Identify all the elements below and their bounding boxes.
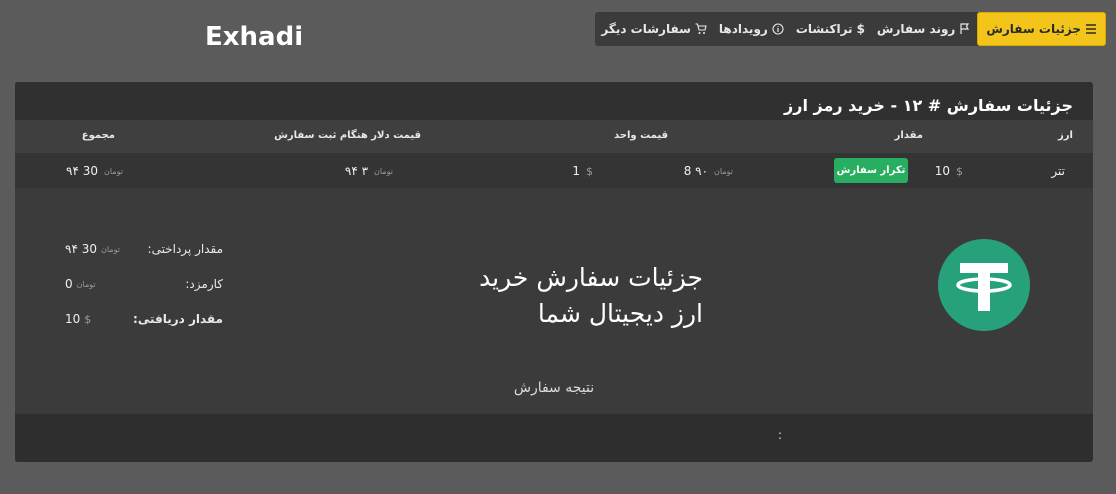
table-row: تتر 10 $ تکرار سفارش 8 ۹۰ تومان 1 $ ۹۴ ۳… xyxy=(15,153,1093,188)
dollar-icon: $ xyxy=(856,22,865,36)
tab-label: سفارشات دیگر xyxy=(601,22,691,36)
promo-line-2: ارز دیجیتال شما xyxy=(537,299,703,328)
tab-transactions[interactable]: $ تراکنشات xyxy=(790,12,871,46)
tab-label: جزئیات سفارش xyxy=(986,22,1081,36)
cell-unit-price-toman: 8 ۹۰ تومان xyxy=(684,164,733,178)
toman-unit: تومان xyxy=(100,244,120,254)
dollar-icon: $ xyxy=(956,164,963,178)
order-card: جزئیات سفارش # ۱۲ - خرید رمز ارز ارز مقد… xyxy=(15,82,1093,462)
unit-price-usd-value: 1 xyxy=(572,164,580,178)
cell-currency: تتر xyxy=(1051,164,1065,178)
promo-line-1: جزئیات سفارش خرید xyxy=(479,263,703,292)
order-result-footer: : xyxy=(15,414,1093,462)
list-icon xyxy=(1086,24,1096,34)
tab-order-progress[interactable]: روند سفارش xyxy=(871,12,977,46)
received-amount: 10 xyxy=(65,312,81,326)
cell-usd-price: ۹۴ ۳ تومان xyxy=(345,164,393,178)
received-value: 10 $ xyxy=(65,312,91,326)
footer-text: : xyxy=(778,428,783,442)
tab-label: روند سفارش xyxy=(876,22,956,36)
order-tabs: جزئیات سفارش روند سفارش $ تراکنشات رویدا… xyxy=(595,12,1106,46)
fee-amount: 0 xyxy=(65,277,73,291)
promo-text: جزئیات سفارش خرید ارز دیجیتال شما xyxy=(453,260,703,332)
card-header: جزئیات سفارش # ۱۲ - خرید رمز ارز xyxy=(15,82,1093,120)
header-amount: مقدار xyxy=(894,130,923,141)
toman-unit: تومان xyxy=(374,166,393,176)
amount-value: 10 xyxy=(934,164,950,178)
cart-icon xyxy=(695,23,707,34)
flag-icon xyxy=(960,23,970,34)
fee-value: 0 تومان xyxy=(65,277,96,291)
order-details-body: جزئیات سفارش خرید ارز دیجیتال شما مقدار … xyxy=(15,188,1093,414)
dollar-icon: $ xyxy=(84,312,92,326)
header-unit-price: قیمت واحد xyxy=(613,130,668,141)
tab-order-details[interactable]: جزئیات سفارش xyxy=(977,12,1106,46)
header-total: مجموع xyxy=(81,130,115,141)
tab-events[interactable]: رویدادها xyxy=(713,12,790,46)
cell-total: ۹۴ 30 تومان xyxy=(66,164,123,178)
repeat-order-button[interactable]: تکرار سفارش xyxy=(834,158,908,183)
header-usd-price: قیمت دلار هنگام ثبت سفارش xyxy=(274,130,421,141)
toman-unit: تومان xyxy=(104,166,123,176)
brand-logo: Exhadi xyxy=(205,22,304,52)
cell-amount: 10 $ xyxy=(935,164,963,178)
tab-other-orders[interactable]: سفارشات دیگر xyxy=(595,12,713,46)
tether-icon xyxy=(938,239,1030,331)
header-currency: ارز xyxy=(1058,130,1073,141)
dollar-icon: $ xyxy=(586,164,593,178)
fee-label: کارمزد: xyxy=(185,277,223,291)
tab-label: تراکنشات xyxy=(795,22,853,36)
order-result-heading: نتیجه سفارش xyxy=(513,380,595,396)
usd-price-value: ۹۴ ۳ xyxy=(344,164,369,178)
toman-unit: تومان xyxy=(714,166,733,176)
paid-value: ۹۴ 30 تومان xyxy=(65,242,120,256)
tab-label: رویدادها xyxy=(718,22,768,36)
toman-unit: تومان xyxy=(76,279,96,289)
info-circle-icon xyxy=(772,23,784,35)
received-label: مقدار دریافتی: xyxy=(133,312,223,326)
cell-unit-price-usd: 1 $ xyxy=(572,164,593,178)
table-header: ارز مقدار قیمت واحد قیمت دلار هنگام ثبت … xyxy=(15,120,1093,153)
page-title: جزئیات سفارش # ۱۲ - خرید رمز ارز xyxy=(784,96,1073,115)
total-value: ۹۴ 30 xyxy=(66,164,99,178)
paid-label: مقدار پرداختی: xyxy=(147,242,223,256)
paid-amount: ۹۴ 30 xyxy=(65,242,97,256)
unit-price-toman-value: 8 ۹۰ xyxy=(683,164,709,178)
